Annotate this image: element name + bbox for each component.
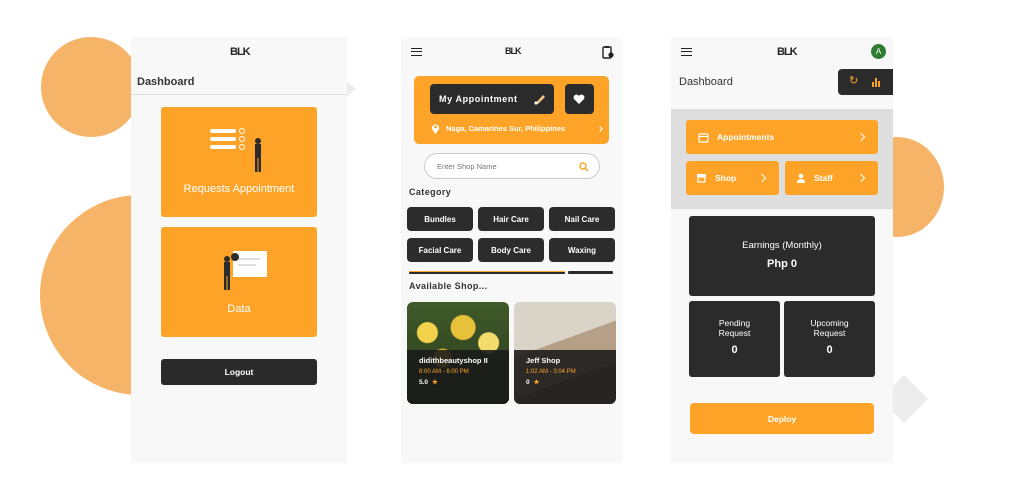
refresh-icon[interactable]: ↻	[849, 76, 858, 87]
title-divider	[131, 94, 347, 95]
my-appointment-label: My Appointment	[439, 94, 518, 104]
toolbar: ↻	[838, 69, 893, 95]
search-input[interactable]: Enter Shop Name	[437, 162, 497, 171]
person-icon	[796, 173, 806, 183]
requests-appointment-card[interactable]: Requests Appointment	[161, 107, 317, 217]
shop-card[interactable]: didithbeautyshop II 8:00 AM - 6:00 PM 5.…	[407, 302, 509, 404]
category-chip[interactable]: Nail Care	[549, 207, 615, 231]
category-heading: Category	[409, 187, 452, 197]
upcoming-label: Upcoming Request	[810, 318, 849, 338]
upcoming-request-card: Upcoming Request 0	[784, 301, 875, 377]
shop-rating: 0 ★	[526, 378, 604, 386]
pending-request-card: Pending Request 0	[689, 301, 780, 377]
calendar-icon	[698, 132, 709, 143]
app-logo: BLK	[505, 46, 521, 56]
category-scroll-track[interactable]	[409, 271, 565, 274]
chevron-right-icon	[856, 173, 866, 183]
requests-appointment-label: Requests Appointment	[183, 183, 295, 195]
data-label: Data	[227, 303, 251, 315]
shop-label: Shop	[715, 173, 737, 183]
category-chip[interactable]: Hair Care	[478, 207, 544, 231]
logout-label: Logout	[224, 367, 254, 377]
decor-circle-top-left	[41, 37, 141, 137]
shop-button[interactable]: Shop	[686, 161, 779, 195]
staff-button[interactable]: Staff	[785, 161, 878, 195]
location-pin-icon	[431, 124, 440, 134]
clipboard-icon[interactable]	[602, 45, 614, 59]
category-scroll-thumb	[409, 271, 565, 272]
staff-label: Staff	[814, 173, 833, 183]
deploy-button[interactable]: Deploy	[690, 403, 874, 434]
brush-icon	[534, 95, 545, 105]
pending-value: 0	[731, 344, 738, 356]
data-card[interactable]: Data	[161, 227, 317, 337]
appointments-label: Appointments	[717, 132, 775, 142]
shop-info: Jeff Shop 1:02 AM - 3:04 PM 0 ★	[514, 350, 616, 404]
shop-rating-value: 5.0	[419, 379, 429, 386]
shop-rating-value: 0	[526, 379, 530, 386]
category-chip[interactable]: Body Care	[478, 238, 544, 262]
avatar[interactable]: A	[871, 44, 886, 59]
shop-hours: 1:02 AM - 3:04 PM	[526, 369, 576, 375]
screen-customer-home: BLK My Appointment Naga, Camarines Sur, …	[401, 37, 622, 463]
category-chip[interactable]: Facial Care	[407, 238, 473, 262]
shop-name: Jeff Shop	[526, 356, 561, 365]
shop-hours: 8:00 AM - 6:00 PM	[419, 369, 469, 375]
shop-info: didithbeautyshop II 8:00 AM - 6:00 PM 5.…	[407, 350, 509, 404]
logout-button[interactable]: Logout	[161, 359, 317, 385]
category-chip[interactable]: Bundles	[407, 207, 473, 231]
chevron-right-icon	[856, 132, 866, 142]
shop-card[interactable]: Jeff Shop 1:02 AM - 3:04 PM 0 ★	[514, 302, 616, 404]
chevron-right-icon	[757, 173, 767, 183]
menu-icon[interactable]	[411, 48, 422, 56]
page-title: Dashboard	[679, 76, 733, 88]
category-scroll-track-end	[568, 271, 613, 274]
shop-name: didithbeautyshop II	[419, 356, 488, 365]
app-logo: BLK	[777, 46, 798, 58]
appointments-button[interactable]: Appointments	[686, 120, 878, 154]
menu-icon[interactable]	[681, 48, 692, 56]
appointment-banner: My Appointment Naga, Camarines Sur, Phil…	[414, 76, 609, 144]
category-chip[interactable]: Waxing	[549, 238, 615, 262]
earnings-label: Earnings (Monthly)	[742, 240, 822, 251]
checklist-person-icon	[210, 128, 261, 172]
my-appointment-button[interactable]: My Appointment	[430, 84, 554, 114]
screen-admin-dashboard: BLK Dashboard Requests Appointment Data …	[131, 37, 347, 463]
heart-icon	[573, 94, 585, 104]
app-logo: BLK	[230, 46, 251, 58]
presentation-icon	[224, 251, 267, 290]
bar-chart-icon[interactable]	[871, 77, 881, 87]
available-shops-heading: Available Shop...	[409, 281, 488, 291]
earnings-card: Earnings (Monthly) Php 0	[689, 216, 875, 296]
location-chevron-icon	[597, 126, 603, 132]
store-icon	[697, 174, 706, 183]
star-icon: ★	[533, 379, 540, 386]
deploy-label: Deploy	[767, 413, 797, 424]
location-label[interactable]: Naga, Camarines Sur, Philippines	[446, 124, 565, 133]
screen-shop-dashboard: BLK A Dashboard ↻ Appointments Shop Staf…	[671, 37, 893, 463]
shop-rating: 5.0 ★	[419, 378, 497, 386]
search-icon[interactable]	[579, 162, 589, 172]
earnings-value: Php 0	[767, 258, 797, 270]
star-icon: ★	[432, 379, 438, 386]
upcoming-value: 0	[826, 344, 833, 356]
search-bar[interactable]: Enter Shop Name	[424, 153, 600, 179]
pending-label: Pending Request	[718, 318, 751, 338]
avatar-initial: A	[875, 47, 882, 56]
favorites-button[interactable]	[565, 84, 594, 114]
page-title: Dashboard	[137, 76, 195, 88]
